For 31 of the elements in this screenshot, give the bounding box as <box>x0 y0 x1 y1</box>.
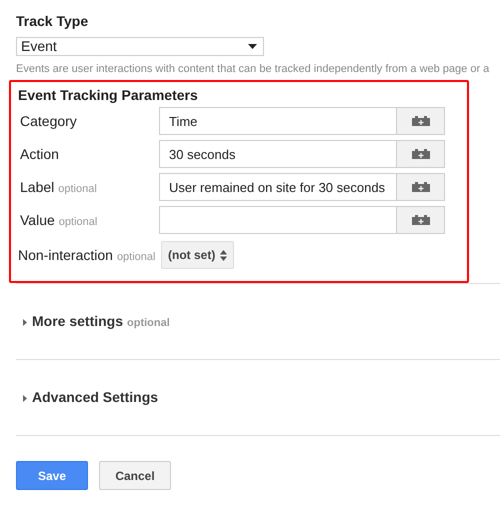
expandable-section-header[interactable]: Advanced Settings <box>16 387 158 408</box>
up-down-arrows-icon <box>220 250 228 260</box>
field-label: Non-interaction <box>18 246 113 264</box>
field-label: Action <box>20 144 59 164</box>
section-label: Track Type <box>16 12 90 30</box>
field-label: Label <box>20 178 54 196</box>
puzzle-piece-icon <box>412 182 430 192</box>
variable-picker-button[interactable] <box>397 107 445 135</box>
text-input-field[interactable]: 30 seconds <box>159 140 397 168</box>
puzzle-piece-icon <box>412 116 430 126</box>
text-input-field[interactable]: Time <box>159 107 397 135</box>
optional-hint: optional <box>58 182 97 196</box>
expandable-section-header[interactable]: More settings optional <box>16 311 170 332</box>
variable-picker-button[interactable] <box>397 206 445 234</box>
puzzle-piece-icon <box>412 215 430 225</box>
field-label: Category <box>20 112 77 131</box>
track-type-dropdown[interactable]: Event <box>16 37 264 56</box>
text-input-field[interactable] <box>159 206 397 234</box>
help-text: Events are user interactions with content that can be tracked independently from a web page or a <box>16 62 490 76</box>
variable-picker-button[interactable] <box>397 173 445 201</box>
field-label: Value <box>20 210 55 230</box>
optional-hint: optional <box>58 214 98 230</box>
panel-title: Event Tracking Parameters <box>18 87 199 103</box>
cancel-button[interactable]: Cancel <box>99 461 171 490</box>
non-interaction-dropdown[interactable]: (not set) <box>161 241 234 269</box>
dropdown-arrow-icon <box>248 44 257 49</box>
optional-hint: optional <box>116 250 156 264</box>
optional-hint: optional <box>127 316 170 331</box>
puzzle-piece-icon <box>412 149 430 159</box>
variable-picker-button[interactable] <box>397 140 445 168</box>
text-input-field[interactable]: User remained on site for 30 seconds <box>159 173 397 201</box>
